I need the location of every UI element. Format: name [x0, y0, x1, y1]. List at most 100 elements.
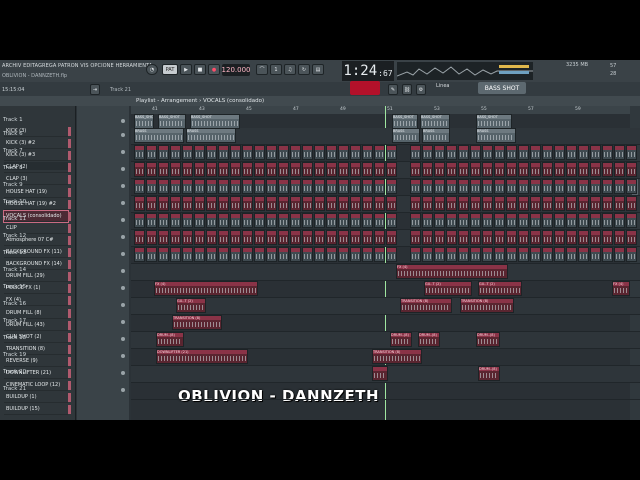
playlist-clip[interactable]: [326, 247, 337, 262]
playlist-clip[interactable]: [506, 179, 517, 194]
playlist-clip[interactable]: [218, 213, 229, 228]
playlist-clip[interactable]: [482, 162, 493, 177]
playlist-clip[interactable]: [422, 179, 433, 194]
playlist-clip[interactable]: [422, 247, 433, 262]
playlist-clip[interactable]: [218, 247, 229, 262]
countdown-icon[interactable]: 1: [270, 64, 282, 75]
playlist-clip[interactable]: BRASS: [392, 128, 420, 143]
playlist-clip[interactable]: [182, 145, 193, 160]
playlist-clip[interactable]: [410, 196, 421, 211]
playlist-clip[interactable]: [614, 213, 625, 228]
playlist-clip[interactable]: [386, 247, 397, 262]
menu-bar[interactable]: ARCHIV EDITAGREGA PATRON VIS OPCIONE HER…: [2, 63, 152, 69]
playlist-clip[interactable]: [242, 162, 253, 177]
playlist-clip[interactable]: [242, 196, 253, 211]
playlist-clip[interactable]: DRUM..(8): [156, 332, 184, 347]
playlist-clip[interactable]: [590, 162, 601, 177]
playlist-clip[interactable]: [314, 179, 325, 194]
playlist-clip[interactable]: [446, 179, 457, 194]
playlist-clip[interactable]: [446, 247, 457, 262]
playlist-clip[interactable]: [410, 230, 421, 245]
playlist-clip[interactable]: [506, 213, 517, 228]
playlist-clip[interactable]: [614, 162, 625, 177]
playlist-clip[interactable]: [482, 145, 493, 160]
wait-icon[interactable]: ⌒: [256, 64, 268, 75]
playlist-clip[interactable]: [338, 162, 349, 177]
playlist-clip[interactable]: [542, 179, 553, 194]
playlist-clip[interactable]: [374, 247, 385, 262]
playlist-clip[interactable]: [206, 162, 217, 177]
playlist-clip[interactable]: [350, 179, 361, 194]
playlist-clip[interactable]: [170, 213, 181, 228]
playlist-clip[interactable]: [314, 230, 325, 245]
playlist-clip[interactable]: [338, 247, 349, 262]
track-lane[interactable]: [131, 298, 640, 315]
playlist-clip[interactable]: [614, 247, 625, 262]
playlist-clip[interactable]: [422, 230, 433, 245]
playlist-clip[interactable]: DRUM..(8): [476, 332, 500, 347]
playlist-clip[interactable]: FX (4): [396, 264, 508, 279]
track-mute-dot[interactable]: [121, 388, 125, 392]
channel-item[interactable]: DRUM FILL (8): [4, 308, 68, 319]
playlist-clip[interactable]: [242, 145, 253, 160]
playlist-clip[interactable]: [434, 213, 445, 228]
playlist-clip[interactable]: [506, 230, 517, 245]
track-lane[interactable]: [131, 383, 640, 400]
playlist-clip[interactable]: [350, 196, 361, 211]
playlist-clip[interactable]: BASS_SHOT: [476, 114, 512, 129]
playlist-clip[interactable]: [554, 162, 565, 177]
playlist-clip[interactable]: [446, 213, 457, 228]
playlist-clip[interactable]: [578, 213, 589, 228]
playlist-clip[interactable]: [422, 213, 433, 228]
track-label[interactable]: Track 15: [3, 284, 26, 290]
playlist-clip[interactable]: BASS_SHOT: [392, 114, 418, 129]
playlist-clip[interactable]: [158, 196, 169, 211]
playlist-clip[interactable]: [542, 247, 553, 262]
playlist-clip[interactable]: [278, 213, 289, 228]
playlist-clip[interactable]: [314, 145, 325, 160]
playlist-clip[interactable]: TRANSITION (8): [400, 298, 452, 313]
record-button[interactable]: ●: [208, 64, 220, 75]
playlist-clip[interactable]: [278, 230, 289, 245]
playlist-clip[interactable]: [302, 230, 313, 245]
track-mute-dot[interactable]: [121, 337, 125, 341]
playlist-clip[interactable]: [602, 145, 613, 160]
playlist-clip[interactable]: [554, 196, 565, 211]
playlist-clip[interactable]: [146, 145, 157, 160]
track-label[interactable]: Track 17: [3, 318, 26, 324]
playlist-clip[interactable]: [578, 196, 589, 211]
playlist-clip[interactable]: [530, 162, 541, 177]
playlist-clip[interactable]: [146, 213, 157, 228]
playlist-clip[interactable]: [278, 196, 289, 211]
playlist-clip[interactable]: [386, 179, 397, 194]
playlist-clip[interactable]: [482, 247, 493, 262]
playlist-clip[interactable]: [194, 196, 205, 211]
playlist-clip[interactable]: [446, 230, 457, 245]
playlist-clip[interactable]: [302, 145, 313, 160]
play-button[interactable]: ▶: [180, 64, 192, 75]
playlist-clip[interactable]: [458, 213, 469, 228]
playlist-clip[interactable]: [566, 179, 577, 194]
playlist-clip[interactable]: [302, 196, 313, 211]
playlist-clip[interactable]: [494, 179, 505, 194]
playlist-clip[interactable]: [314, 247, 325, 262]
playlist-clip[interactable]: [314, 213, 325, 228]
playlist-clip[interactable]: [434, 230, 445, 245]
playlist-clip[interactable]: [290, 196, 301, 211]
playlist-clip[interactable]: [194, 162, 205, 177]
playlist-clip[interactable]: [266, 230, 277, 245]
playlist-clip[interactable]: [326, 230, 337, 245]
playlist-clip[interactable]: [494, 162, 505, 177]
playlist-clip[interactable]: [626, 179, 637, 194]
playlist-clip[interactable]: [554, 213, 565, 228]
playlist-clip[interactable]: [218, 179, 229, 194]
playlist-clip[interactable]: [458, 230, 469, 245]
playlist-clip[interactable]: [146, 247, 157, 262]
playlist-clip[interactable]: [278, 145, 289, 160]
playlist-clip[interactable]: [170, 247, 181, 262]
playlist-clip[interactable]: [206, 247, 217, 262]
playlist-clip[interactable]: [266, 213, 277, 228]
playlist-clip[interactable]: [170, 162, 181, 177]
track-mute-dot[interactable]: [121, 184, 125, 188]
playlist-clip[interactable]: [206, 145, 217, 160]
